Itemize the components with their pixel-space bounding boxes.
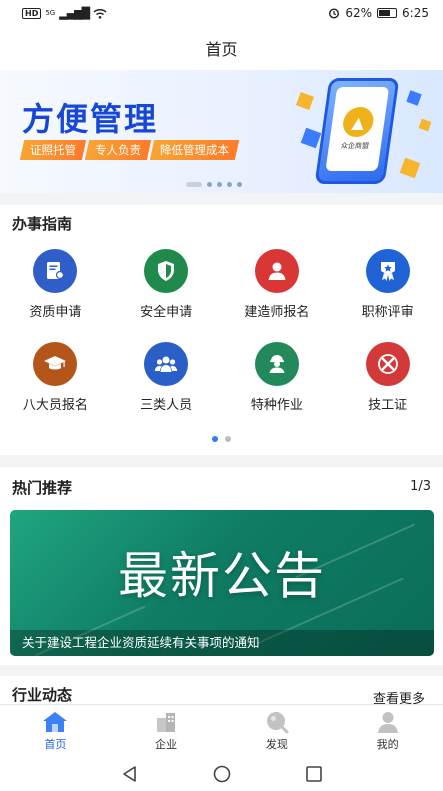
service-label: 职称评审: [361, 305, 414, 320]
decor-cube: [296, 92, 314, 110]
wifi-icon: [93, 8, 107, 19]
decor-cube: [418, 118, 432, 132]
grid-pager: [212, 436, 231, 442]
service-technician-cert[interactable]: 技工证: [332, 342, 443, 413]
status-right: 62% 6:25: [328, 6, 429, 20]
pager-dot[interactable]: [212, 436, 218, 442]
announcement-banner[interactable]: 最新公告 关于建设工程企业资质延续有关事项的通知: [10, 510, 434, 656]
service-eight-roles[interactable]: 八大员报名: [0, 342, 111, 413]
pager-dot[interactable]: [225, 436, 231, 442]
banner-dot[interactable]: [227, 182, 232, 187]
service-title-review[interactable]: 职称评审: [332, 249, 443, 320]
app-logo-icon: ▲: [341, 107, 376, 137]
worker-icon: [254, 342, 299, 386]
service-grid: 资质申请 安全申请 建造师报名 职称评审 八大员报名 三类人员 特种作业 技工证: [0, 249, 443, 413]
phone-logo-text: 众企商盟: [340, 142, 370, 150]
service-label: 技工证: [368, 398, 408, 413]
section-title: 热门推荐: [12, 479, 73, 497]
service-label: 特种作业: [250, 398, 303, 413]
tab-home[interactable]: 首页: [0, 705, 111, 756]
service-label: 三类人员: [140, 398, 193, 413]
service-guide-section: 办事指南 资质申请 安全申请 建造师报名 职称评审 八大员报名 三类人员 特种作…: [0, 205, 443, 455]
service-three-types[interactable]: 三类人员: [111, 342, 222, 413]
discover-icon: [266, 711, 289, 733]
person-icon: [254, 249, 299, 293]
tab-discover[interactable]: 发现: [222, 705, 333, 756]
banner-dot[interactable]: [237, 182, 242, 187]
shield-icon: [144, 249, 189, 293]
tab-profile[interactable]: 我的: [332, 705, 443, 756]
hot-recommend-section: 热门推荐 1/3 最新公告 关于建设工程企业资质延续有关事项的通知: [0, 467, 443, 665]
alarm-icon: [329, 8, 340, 19]
certificate-icon: [33, 249, 78, 293]
decor-cube: [406, 90, 422, 106]
banner-tag: 证照托管: [19, 140, 87, 160]
banner-dot[interactable]: [207, 182, 212, 187]
tab-label: 首页: [44, 737, 67, 751]
group-icon: [144, 342, 189, 386]
home-icon: [43, 711, 68, 732]
service-constructor[interactable]: 建造师报名: [222, 249, 333, 320]
home-circle-icon[interactable]: [212, 764, 232, 784]
banner-tag: 降低管理成本: [149, 140, 240, 160]
section-title: 办事指南: [12, 215, 73, 233]
bottom-tab-bar: 首页 企业 发现 我的: [0, 704, 443, 756]
top-nav: 首页: [0, 26, 443, 70]
banner-tags: 证照托管 专人负责 降低管理成本: [19, 140, 240, 160]
decor-cube: [300, 127, 322, 149]
service-label: 建造师报名: [244, 305, 310, 320]
section-title: 行业动态: [12, 686, 73, 704]
status-left: HD 5G ▂▄▆█: [22, 7, 107, 20]
status-bar: HD 5G ▂▄▆█ 62% 6:25: [0, 0, 443, 26]
graduation-cap-icon: [33, 342, 78, 386]
battery-icon: [377, 8, 398, 18]
industry-news-section: 行业动态 查看更多: [0, 676, 443, 707]
service-special-operation[interactable]: 特种作业: [222, 342, 333, 413]
service-label: 安全申请: [140, 305, 193, 320]
service-label: 八大员报名: [22, 398, 88, 413]
battery-percent: 62%: [345, 6, 373, 20]
tools-icon: [365, 342, 410, 386]
ribbon-icon: [365, 249, 410, 293]
announcement-caption[interactable]: 关于建设工程企业资质延续有关事项的通知: [10, 630, 434, 656]
page-title: 首页: [205, 40, 238, 59]
back-triangle-icon[interactable]: [120, 764, 140, 784]
banner-indicator: [186, 182, 242, 187]
signal-icon: ▂▄▆█: [59, 6, 90, 20]
banner-tag: 专人负责: [84, 140, 152, 160]
tab-enterprise[interactable]: 企业: [111, 705, 222, 756]
banner-dot[interactable]: [217, 182, 222, 187]
profile-icon: [377, 711, 398, 733]
building-icon: [157, 712, 176, 732]
carousel-counter: 1/3: [410, 479, 431, 494]
announcement-headline: 最新公告: [118, 547, 326, 605]
recents-square-icon[interactable]: [304, 764, 324, 784]
decor-cube: [399, 157, 421, 179]
banner-dot[interactable]: [186, 182, 202, 187]
service-qualification[interactable]: 资质申请: [0, 249, 111, 320]
banner-title: 方便管理: [22, 100, 159, 138]
system-nav-bar: [0, 756, 443, 791]
phone-illustration: ▲ 众企商盟: [314, 78, 400, 184]
network-type: 5G: [45, 9, 56, 17]
tab-label: 我的: [376, 737, 399, 751]
promo-banner[interactable]: 方便管理 证照托管 专人负责 降低管理成本 ▲ 众企商盟: [0, 70, 443, 193]
clock: 6:25: [402, 6, 429, 20]
service-label: 资质申请: [29, 305, 82, 320]
service-safety[interactable]: 安全申请: [111, 249, 222, 320]
tab-label: 发现: [265, 737, 288, 751]
hd-badge: HD: [22, 7, 42, 19]
tab-label: 企业: [155, 737, 178, 751]
